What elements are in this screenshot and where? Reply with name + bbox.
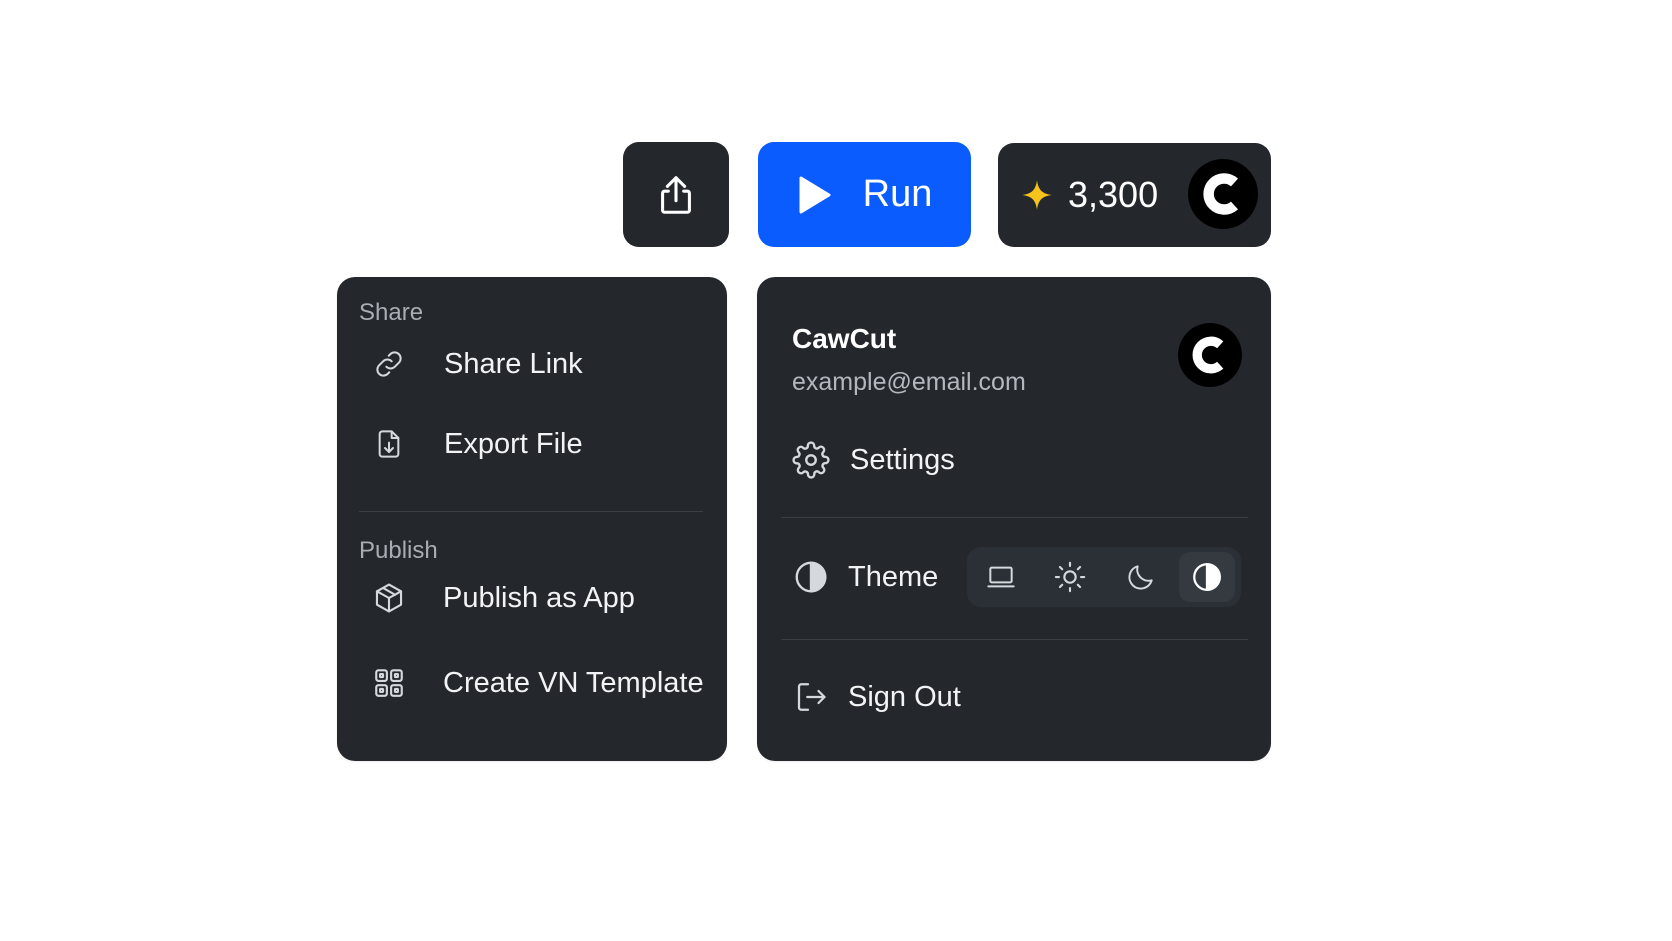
run-label: Run — [862, 173, 933, 215]
template-grid-icon — [372, 666, 406, 700]
sign-out-icon — [792, 678, 830, 716]
file-download-icon — [372, 427, 406, 461]
account-divider-1 — [781, 517, 1248, 518]
sparkle-star-icon — [1022, 180, 1052, 210]
settings-item[interactable]: Settings — [792, 441, 955, 479]
export-file-item[interactable]: Export File — [372, 427, 583, 461]
gear-icon — [792, 441, 830, 479]
publish-section-label: Publish — [359, 537, 438, 564]
sign-out-label: Sign Out — [848, 680, 961, 713]
share-section-label: Share — [359, 299, 424, 326]
theme-option-system[interactable] — [973, 552, 1029, 602]
share-link-item[interactable]: Share Link — [372, 347, 583, 381]
account-menu: CawCut example@email.com Settings Theme — [757, 277, 1271, 761]
share-button[interactable] — [623, 142, 729, 247]
run-button[interactable]: Run — [758, 142, 971, 247]
user-name: CawCut — [792, 323, 897, 354]
theme-label: Theme — [848, 560, 939, 593]
user-email: example@email.com — [792, 368, 1026, 396]
export-file-label: Export File — [444, 427, 583, 460]
moon-icon — [1128, 565, 1153, 590]
avatar[interactable] — [1188, 159, 1258, 229]
credits-button[interactable]: 3,300 — [998, 143, 1271, 247]
sign-out-item[interactable]: Sign Out — [792, 678, 961, 716]
theme-option-light[interactable] — [1042, 552, 1098, 602]
create-vn-template-label: Create VN Template — [443, 666, 704, 699]
contrast-icon — [1193, 563, 1221, 591]
logo-c-icon — [1203, 173, 1239, 215]
publish-as-app-item[interactable]: Publish as App — [372, 581, 635, 615]
contrast-icon — [792, 558, 830, 596]
laptop-icon — [987, 566, 1015, 588]
share-upload-icon — [661, 175, 691, 214]
share-divider — [359, 511, 703, 512]
account-divider-2 — [781, 639, 1248, 640]
account-avatar — [1178, 323, 1242, 387]
package-icon — [372, 581, 406, 615]
theme-selector — [967, 547, 1241, 607]
share-menu: Share Share Link Export File Publish Pub… — [337, 277, 727, 761]
publish-as-app-label: Publish as App — [443, 581, 635, 614]
settings-label: Settings — [850, 443, 955, 476]
theme-option-contrast[interactable] — [1179, 552, 1235, 602]
create-vn-template-item[interactable]: Create VN Template — [372, 666, 704, 700]
credits-count: 3,300 — [1068, 174, 1159, 215]
logo-c-icon — [1192, 336, 1224, 374]
share-link-label: Share Link — [444, 347, 583, 380]
theme-option-dark[interactable] — [1113, 552, 1169, 602]
play-icon — [799, 176, 831, 213]
theme-row: Theme — [792, 558, 938, 596]
link-icon — [372, 347, 406, 381]
sun-icon — [1054, 561, 1086, 593]
